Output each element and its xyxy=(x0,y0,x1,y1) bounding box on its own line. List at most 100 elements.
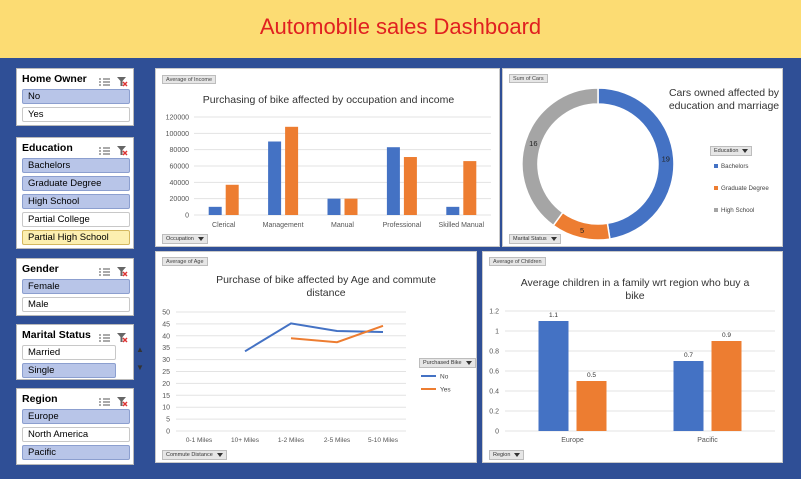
clear-filter-icon[interactable] xyxy=(117,264,128,277)
slicer-item[interactable]: Partial High School xyxy=(22,230,130,245)
x-tick-label: Management xyxy=(263,222,304,229)
age-chart-panel: Average of Age Purchase of bike affected… xyxy=(155,251,477,463)
bar xyxy=(225,184,239,215)
y-tick-label: 80000 xyxy=(170,147,190,154)
dashboard-title: Automobile sales Dashboard xyxy=(259,14,542,39)
y-tick-label: 45 xyxy=(162,321,170,328)
slicer-title: Gender xyxy=(22,263,59,275)
cars-chart-panel: Sum of Cars Cars owned affected by educa… xyxy=(502,68,783,247)
multi-select-icon[interactable] xyxy=(99,330,110,342)
scroll-down-icon[interactable]: ▼ xyxy=(133,363,147,379)
bar xyxy=(344,198,358,215)
x-tick-label: Manual xyxy=(331,222,354,229)
slicer-title: Region xyxy=(22,393,58,405)
bar xyxy=(268,141,282,215)
multi-select-icon[interactable] xyxy=(99,74,110,86)
slicer-item[interactable]: Single xyxy=(22,363,116,378)
income-bar-chart: 0 20000 40000 60000 80000 100000 120000 Clerica… xyxy=(166,115,491,229)
children-bar-chart: 0 0.2 0.4 0.6 0.8 1 1.2 1.1 0.5 Europe 0.7 0.9 Pacif… xyxy=(489,309,775,444)
bar xyxy=(446,206,460,215)
y-tick-label: 0 xyxy=(495,429,499,436)
slicer-title: Marital Status xyxy=(22,329,91,341)
y-tick-label: 25 xyxy=(162,369,170,376)
slicer-item[interactable]: North America xyxy=(22,427,130,442)
y-tick-label: 30 xyxy=(162,357,170,364)
bar xyxy=(538,321,569,431)
slicer-title: Education xyxy=(22,142,73,154)
y-tick-label: 0 xyxy=(185,213,189,220)
data-label: 16 xyxy=(529,139,537,148)
data-label: 5 xyxy=(580,226,584,235)
slicer-item[interactable]: Europe xyxy=(22,409,130,424)
slicer-item[interactable]: High School xyxy=(22,194,130,209)
data-label: 1.1 xyxy=(549,312,558,319)
x-tick-label: 1-2 Miles xyxy=(278,437,305,444)
children-chart-panel: Average of Children Average children in … xyxy=(482,251,783,463)
slicer-item[interactable]: Partial College xyxy=(22,212,130,227)
y-tick-label: 100000 xyxy=(166,131,189,138)
data-label: 0.7 xyxy=(684,352,693,359)
y-tick-label: 1 xyxy=(495,329,499,336)
donut-slice xyxy=(521,87,599,227)
marital-status-filter-button[interactable]: Marital Status xyxy=(509,234,561,244)
multi-select-icon[interactable] xyxy=(99,264,110,276)
slicer-item[interactable]: Married xyxy=(22,345,116,360)
slicer-item[interactable]: Female xyxy=(22,279,130,294)
commute-distance-filter-button[interactable]: Commute Distance xyxy=(162,450,227,460)
legend-label: Yes xyxy=(440,387,451,394)
clear-filter-icon[interactable] xyxy=(117,74,128,87)
clear-filter-icon[interactable] xyxy=(117,394,128,407)
region-filter-button[interactable]: Region xyxy=(489,450,525,460)
slicer-home-owner[interactable]: Home Owner No Yes xyxy=(16,68,134,126)
bar xyxy=(208,206,222,215)
slicer-education[interactable]: Education Bachelors Graduate Degree High S… xyxy=(16,137,134,249)
y-tick-label: 0.2 xyxy=(489,409,499,416)
y-tick-label: 0 xyxy=(166,429,170,436)
series-line xyxy=(244,322,384,353)
y-tick-label: 40 xyxy=(162,333,170,340)
y-tick-label: 0.4 xyxy=(489,389,499,396)
y-tick-label: 50 xyxy=(162,310,170,317)
y-tick-label: 20 xyxy=(162,381,170,388)
x-tick-label: Pacific xyxy=(697,437,718,444)
y-tick-label: 40000 xyxy=(170,180,190,187)
bar xyxy=(285,126,299,215)
slicer-item[interactable]: Male xyxy=(22,297,130,312)
x-tick-label: 2-5 Miles xyxy=(324,437,351,444)
legend-label: No xyxy=(440,374,449,381)
bar xyxy=(463,161,477,215)
x-tick-label: Europe xyxy=(561,437,584,444)
bar xyxy=(576,381,607,431)
legend-label: Graduate Degree xyxy=(721,185,769,192)
clear-filter-icon[interactable] xyxy=(117,330,128,343)
x-tick-label: Professional xyxy=(383,222,422,229)
scroll-up-icon[interactable]: ▲ xyxy=(133,345,147,361)
clear-filter-icon[interactable] xyxy=(117,143,128,156)
slicer-item[interactable]: Pacific xyxy=(22,445,130,460)
slicer-gender[interactable]: Gender Female Male xyxy=(16,258,134,316)
bar xyxy=(327,198,341,215)
slicer-item[interactable]: Graduate Degree xyxy=(22,176,130,191)
y-tick-label: 10 xyxy=(162,405,170,412)
multi-select-icon[interactable] xyxy=(99,394,110,406)
y-tick-label: 0.8 xyxy=(489,349,499,356)
education-filter-button[interactable]: Education xyxy=(710,146,753,156)
slicer-item[interactable]: No xyxy=(22,89,130,104)
slicer-item[interactable]: Bachelors xyxy=(22,158,130,173)
purchased-bike-filter-button[interactable]: Purchased Bike xyxy=(419,358,476,368)
multi-select-icon[interactable] xyxy=(99,143,110,155)
slicer-region[interactable]: Region Europe North America Pacific xyxy=(16,388,134,465)
legend-label: Bachelors xyxy=(721,163,749,170)
slicer-marital-status[interactable]: Marital Status ▲ ▼ Married Single xyxy=(16,324,144,380)
y-tick-label: 120000 xyxy=(166,115,189,122)
x-tick-label: Skilled Manual xyxy=(439,222,485,229)
occupation-filter-button[interactable]: Occupation xyxy=(162,234,208,244)
data-label: 0.9 xyxy=(722,332,731,339)
legend-swatch xyxy=(714,208,718,212)
slicer-item[interactable]: Yes xyxy=(22,107,130,122)
y-tick-label: 35 xyxy=(162,345,170,352)
y-tick-label: 60000 xyxy=(170,164,190,171)
bar xyxy=(403,157,417,215)
y-tick-label: 0.6 xyxy=(489,369,499,376)
cars-donut-chart: 19 5 16 Bachelors Graduate Degree High School xyxy=(521,87,769,241)
